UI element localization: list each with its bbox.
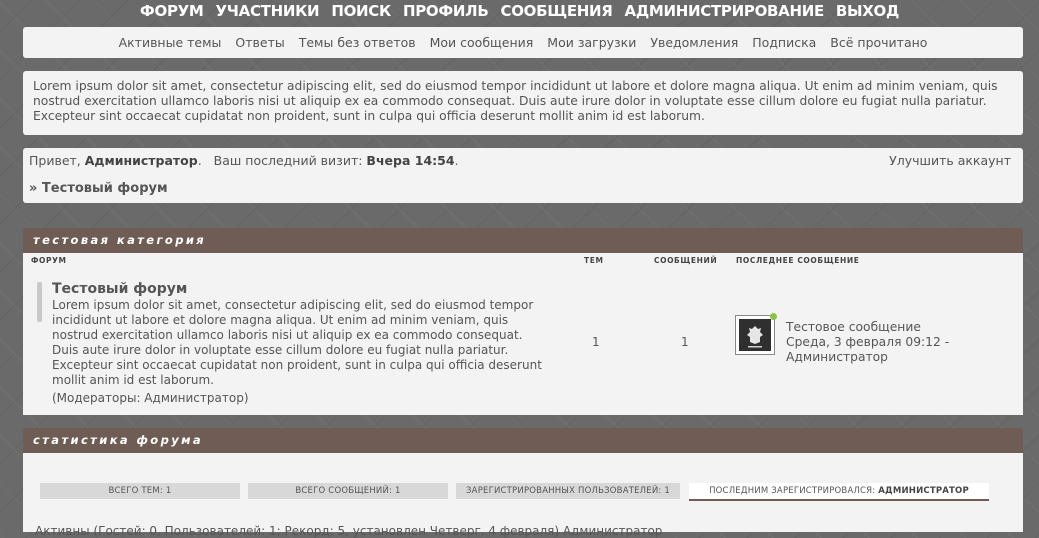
nav-logout[interactable]: ВЫХОД bbox=[836, 0, 899, 22]
forum-post-count: 1 bbox=[681, 335, 689, 349]
col-forum-header: ФОРУМ bbox=[31, 256, 67, 265]
nav-forum[interactable]: ФОРУМ bbox=[140, 0, 204, 22]
stats-body: ВСЕГО ТЕМ: 1 ВСЕГО СООБЩЕНИЙ: 1 ЗАРЕГИСТ… bbox=[23, 453, 1023, 538]
forum-title-link[interactable]: Тестовый форум bbox=[52, 281, 187, 297]
forum-moderators[interactable]: (Модераторы: Администратор) bbox=[52, 391, 249, 405]
nav-profile[interactable]: ПРОФИЛЬ bbox=[403, 0, 489, 22]
sub-navigation: Активные темы Ответы Темы без ответов Мо… bbox=[23, 27, 1023, 58]
announcement-text: Lorem ipsum dolor sit amet, consectetur … bbox=[33, 79, 998, 123]
nav-messages[interactable]: СООБЩЕНИЯ bbox=[500, 0, 612, 22]
online-users-line: Активны (Гостей: 0, Пользователей: 1; Ре… bbox=[35, 524, 663, 538]
last-post-title-link[interactable]: Тестовое сообщение bbox=[786, 320, 949, 335]
subnav-active-topics[interactable]: Активные темы bbox=[119, 27, 222, 58]
nav-admin[interactable]: АДМИНИСТРИРОВАНИЕ bbox=[625, 0, 825, 22]
stat-posts-value: 1 bbox=[395, 486, 401, 496]
stat-topics-value: 1 bbox=[165, 486, 172, 496]
greeting-text: Привет, bbox=[29, 153, 85, 168]
subnav-mark-all-read[interactable]: Всё прочитано bbox=[830, 27, 927, 58]
user-avatar-rooster-icon bbox=[739, 319, 771, 351]
category-header[interactable]: тестовая категория bbox=[23, 228, 1023, 253]
subnav-my-uploads[interactable]: Мои загрузки bbox=[547, 27, 636, 58]
stat-newest-user[interactable]: АДМИНИСТРАТОР bbox=[878, 486, 969, 496]
stat-users-label: ЗАРЕГИСТРИРОВАННЫХ ПОЛЬЗОВАТЕЛЕЙ: bbox=[466, 486, 665, 496]
last-poster-avatar[interactable] bbox=[735, 313, 777, 355]
subnav-unanswered[interactable]: Темы без ответов bbox=[299, 27, 416, 58]
forum-topic-count: 1 bbox=[592, 335, 600, 349]
last-post-author[interactable]: Администратор bbox=[786, 350, 949, 365]
nav-members[interactable]: УЧАСТНИКИ bbox=[216, 0, 320, 22]
subnav-subscriptions[interactable]: Подписка bbox=[752, 27, 816, 58]
stat-total-posts: ВСЕГО СООБЩЕНИЙ: 1 bbox=[248, 483, 448, 499]
upgrade-account-link[interactable]: Улучшить аккаунт bbox=[889, 153, 1011, 168]
stat-registered-users: ЗАРЕГИСТРИРОВАННЫХ ПОЛЬЗОВАТЕЛЕЙ: 1 bbox=[456, 483, 680, 499]
online-status-dot bbox=[770, 313, 777, 320]
last-visit-time: Вчера 14:54 bbox=[366, 153, 455, 168]
stat-newest-member: ПОСЛЕДНИМ ЗАРЕГИСТРИРОВАЛСЯ: АДМИНИСТРАТ… bbox=[689, 483, 989, 501]
welcome-line: Привет, Администратор. Ваш последний виз… bbox=[29, 153, 459, 168]
forum-description: Lorem ipsum dolor sit amet, consectetur … bbox=[52, 298, 542, 387]
top-navigation: ФОРУМ УЧАСТНИКИ ПОИСК ПРОФИЛЬ СООБЩЕНИЯ АДМИН… bbox=[0, 0, 1039, 22]
col-last-post-header: ПОСЛЕДНЕЕ СООБЩЕНИЕ bbox=[736, 256, 860, 265]
category-body: ФОРУМ ТЕМ СООБЩЕНИЙ ПОСЛЕДНЕЕ СООБЩЕНИЕ … bbox=[23, 253, 1023, 415]
stats-header[interactable]: статистика форума bbox=[23, 428, 1023, 453]
stat-total-topics: ВСЕГО ТЕМ: 1 bbox=[40, 483, 240, 499]
username[interactable]: Администратор bbox=[85, 153, 198, 168]
subnav-my-posts[interactable]: Мои сообщения bbox=[430, 27, 534, 58]
last-post-info: Тестовое сообщение Среда, 3 февраля 09:1… bbox=[786, 320, 949, 365]
col-posts-header: СООБЩЕНИЙ bbox=[654, 256, 718, 265]
breadcrumb[interactable]: » Тестовый форум bbox=[29, 181, 168, 196]
stat-newest-label: ПОСЛЕДНИМ ЗАРЕГИСТРИРОВАЛСЯ: bbox=[709, 486, 879, 496]
welcome-panel: Привет, Администратор. Ваш последний виз… bbox=[23, 148, 1023, 203]
announcement-panel: Lorem ipsum dolor sit amet, consectetur … bbox=[23, 71, 1023, 135]
nav-search[interactable]: ПОИСК bbox=[331, 0, 391, 22]
forum-status-bar bbox=[37, 282, 42, 322]
subnav-replies[interactable]: Ответы bbox=[235, 27, 284, 58]
stat-topics-label: ВСЕГО ТЕМ: bbox=[108, 486, 166, 496]
last-post-date: Среда, 3 февраля 09:12 - bbox=[786, 335, 950, 349]
stat-posts-label: ВСЕГО СООБЩЕНИЙ: bbox=[295, 486, 395, 496]
last-visit-label: Ваш последний визит: bbox=[213, 153, 367, 168]
subnav-notifications[interactable]: Уведомления bbox=[650, 27, 738, 58]
stat-users-value: 1 bbox=[664, 486, 670, 496]
col-topics-header: ТЕМ bbox=[584, 256, 604, 265]
